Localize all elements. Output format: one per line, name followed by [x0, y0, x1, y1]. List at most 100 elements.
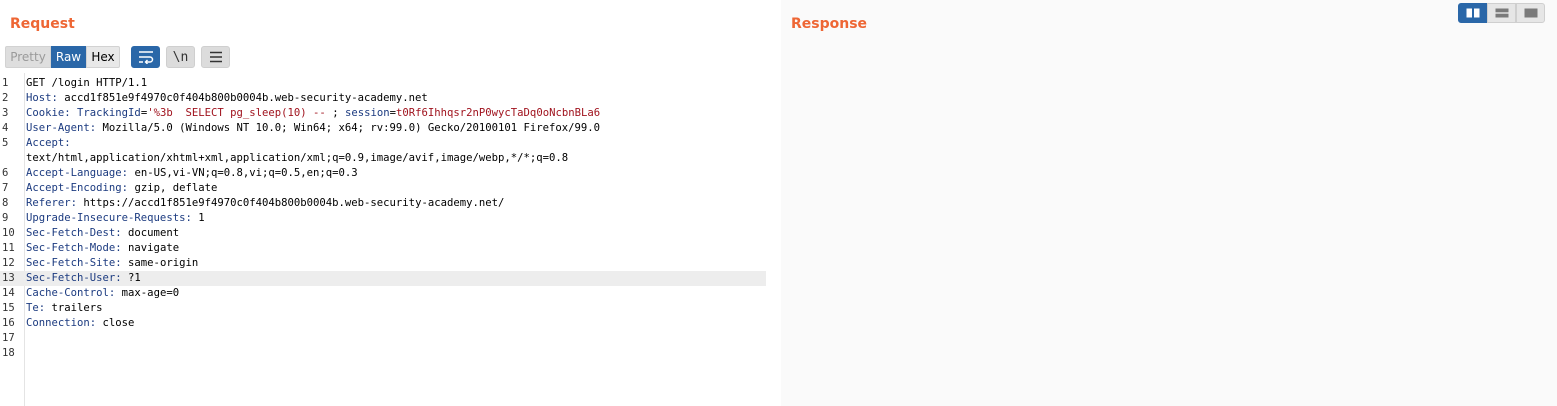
- wrap-lines-icon: [138, 51, 153, 64]
- code-line: 4 User-Agent: Mozilla/5.0 (Windows NT 10.…: [0, 121, 776, 136]
- line-number: 4: [2, 122, 9, 134]
- format-toggle-group: Pretty Raw Hex: [5, 46, 120, 68]
- line-content: Sec-Fetch-Site: same-origin: [26, 256, 198, 271]
- code-line: 8 Referer: https://accd1f851e9f4970c0f404…: [0, 196, 776, 211]
- newline-icon: \n: [172, 49, 189, 65]
- side-by-side-layout-button[interactable]: [1458, 3, 1487, 23]
- cookie-value: t0Rf6Ihhqsr2nP0wycTaDq0oNcbnBLa6: [396, 107, 601, 119]
- line-number: 5: [2, 137, 9, 149]
- line-content: Accept-Encoding: gzip, deflate: [26, 181, 217, 196]
- code-line: 16 Connection: close: [0, 316, 776, 331]
- header-value: Mozilla/5.0 (Windows NT 10.0; Win64; x64…: [96, 122, 601, 134]
- line-content: Host: accd1f851e9f4970c0f404b800b0004b.w…: [26, 91, 428, 106]
- header-name: Sec-Fetch-Site:: [26, 257, 122, 269]
- line-content: Cache-Control: max-age=0: [26, 286, 179, 301]
- header-value: same-origin: [121, 257, 199, 269]
- cookie-name: TrackingId: [70, 107, 141, 119]
- line-content: Referer: https://accd1f851e9f4970c0f404b…: [26, 196, 504, 211]
- code-line: 17: [0, 331, 776, 346]
- header-name: Sec-Fetch-Mode:: [26, 242, 122, 254]
- code-line: 18: [0, 346, 776, 361]
- code-line: 10 Sec-Fetch-Dest: document: [0, 226, 776, 241]
- line-content: Upgrade-Insecure-Requests: 1: [26, 211, 205, 226]
- line-content: text/html,application/xhtml+xml,applicat…: [26, 151, 568, 166]
- code-line: 2 Host: accd1f851e9f4970c0f404b800b0004b.…: [0, 91, 776, 106]
- cookie-separator: ;: [332, 107, 345, 119]
- code-line: 13 Sec-Fetch-User: ?1: [0, 271, 766, 286]
- header-value: document: [121, 227, 180, 239]
- header-name: Host:: [26, 92, 58, 104]
- line-number: 1: [2, 77, 9, 89]
- top-bottom-layout-button[interactable]: [1487, 3, 1516, 23]
- code-line: 3 Cookie: TrackingId='%3b SELECT pg_sleep…: [0, 106, 776, 121]
- code-line: 9 Upgrade-Insecure-Requests: 1: [0, 211, 776, 226]
- code-line: 6 Accept-Language: en-US,vi-VN;q=0.8,vi;q…: [0, 166, 776, 181]
- header-value: ?1: [121, 272, 141, 284]
- header-name: Upgrade-Insecure-Requests:: [26, 212, 192, 224]
- header-name: Accept:: [26, 137, 71, 149]
- cookie-name: session: [344, 107, 390, 119]
- line-content: GET /login HTTP/1.1: [26, 76, 147, 91]
- response-title: Response: [791, 16, 868, 32]
- line-number: 9: [2, 212, 9, 224]
- header-name: Accept-Encoding:: [26, 182, 129, 194]
- header-value: accd1f851e9f4970c0f404b800b0004b.web-sec…: [57, 92, 428, 104]
- code-line: 1 GET /login HTTP/1.1: [0, 76, 776, 91]
- wrap-lines-button[interactable]: [131, 46, 160, 68]
- line-number: 14: [2, 287, 15, 299]
- line-number: 18: [2, 347, 15, 359]
- line-number: 6: [2, 167, 9, 179]
- line-number: 15: [2, 302, 15, 314]
- request-lines: 1 GET /login HTTP/1.1 2 Host: accd1f851e9f4…: [0, 76, 776, 361]
- header-name: User-Agent:: [26, 122, 97, 134]
- line-content: Te: trailers: [26, 301, 103, 316]
- line-text: text/html,application/xhtml+xml,applicat…: [26, 152, 569, 164]
- line-number: 2: [2, 92, 9, 104]
- code-line: 5 Accept:: [0, 136, 776, 151]
- header-value: close: [96, 317, 135, 329]
- header-value: navigate: [121, 242, 180, 254]
- line-number: 7: [2, 182, 9, 194]
- line-number: 17: [2, 332, 15, 344]
- header-name: Te:: [26, 302, 46, 314]
- line-text: GET /login HTTP/1.1: [26, 77, 148, 89]
- header-name: Cookie:: [26, 107, 71, 119]
- single-panel-layout-button[interactable]: [1516, 3, 1545, 23]
- hex-tab[interactable]: Hex: [86, 46, 120, 68]
- header-name: Referer:: [26, 197, 78, 209]
- side-by-side-layout-icon: [1466, 8, 1479, 18]
- code-line: 14 Cache-Control: max-age=0: [0, 286, 776, 301]
- line-content: Connection: close: [26, 316, 134, 331]
- show-newlines-button[interactable]: \n: [166, 46, 195, 68]
- header-value: en-US,vi-VN;q=0.8,vi;q=0.5,en;q=0.3: [128, 167, 358, 179]
- line-number: 3: [2, 107, 9, 119]
- line-number: 8: [2, 197, 9, 209]
- line-content: Accept-Language: en-US,vi-VN;q=0.8,vi;q=…: [26, 166, 358, 181]
- header-name: Sec-Fetch-User:: [26, 272, 122, 284]
- top-bottom-layout-icon: [1495, 8, 1508, 18]
- header-value: gzip, deflate: [128, 182, 218, 194]
- line-number: 11: [2, 242, 15, 254]
- line-content: Sec-Fetch-Mode: navigate: [26, 241, 179, 256]
- header-name: Connection:: [26, 317, 97, 329]
- request-title: Request: [10, 16, 75, 32]
- code-line: 7 Accept-Encoding: gzip, deflate: [0, 181, 776, 196]
- line-number: 13: [2, 272, 15, 284]
- request-editor[interactable]: 1 GET /login HTTP/1.1 2 Host: accd1f851e9f4…: [0, 73, 776, 406]
- code-line: 11 Sec-Fetch-Mode: navigate: [0, 241, 776, 256]
- code-line: 15 Te: trailers: [0, 301, 776, 316]
- code-line: text/html,application/xhtml+xml,applicat…: [0, 151, 776, 166]
- line-number: 16: [2, 317, 15, 329]
- line-number: 10: [2, 227, 15, 239]
- response-panel: Response: [781, 0, 1557, 406]
- hamburger-menu-icon: [209, 51, 222, 63]
- header-name: Cache-Control:: [26, 287, 116, 299]
- header-name: Accept-Language:: [26, 167, 129, 179]
- pretty-tab[interactable]: Pretty: [5, 46, 51, 68]
- raw-tab[interactable]: Raw: [51, 46, 86, 68]
- line-content: Sec-Fetch-User: ?1: [26, 271, 141, 286]
- header-value: 1: [191, 212, 205, 224]
- header-value: trailers: [45, 302, 103, 314]
- editor-menu-button[interactable]: [201, 46, 230, 68]
- code-line: 12 Sec-Fetch-Site: same-origin: [0, 256, 776, 271]
